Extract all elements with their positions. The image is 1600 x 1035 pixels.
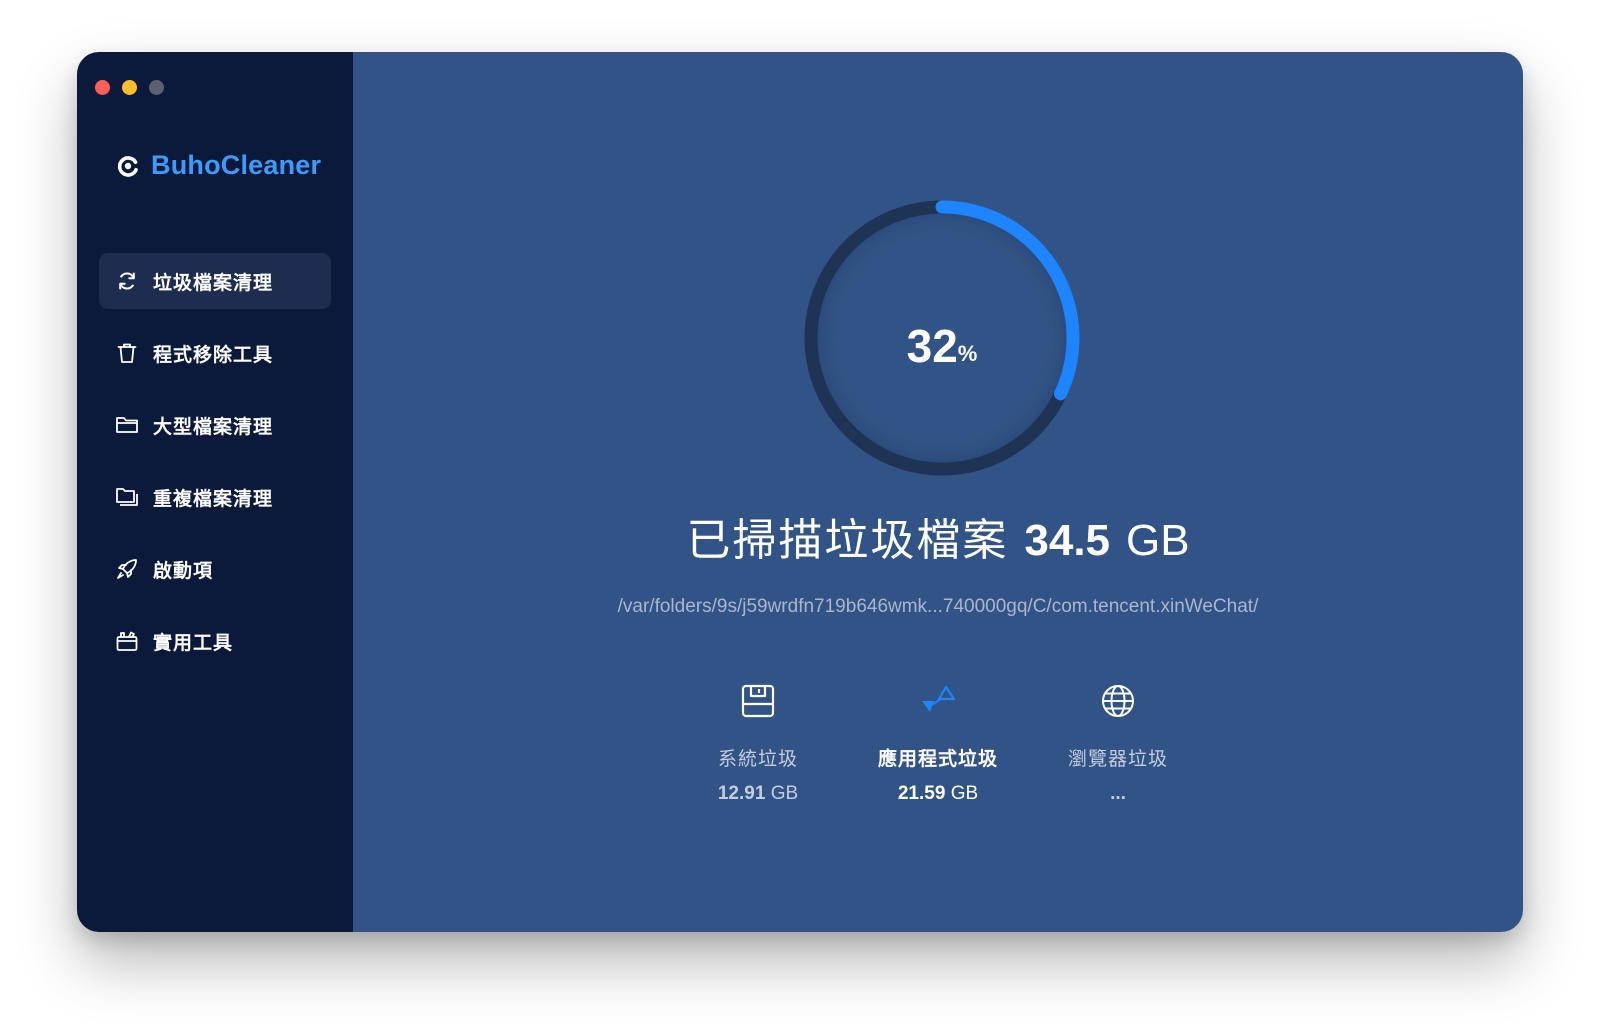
sidebar-item-duplicates[interactable]: 重複檔案清理 bbox=[99, 469, 331, 525]
sidebar-item-toolkit[interactable]: 實用工具 bbox=[99, 613, 331, 669]
toolbox-icon bbox=[116, 631, 138, 651]
sidebar: BuhoCleaner 垃圾檔案清理 程式移除工具 大型檔案清理 重複檔案清理 … bbox=[77, 52, 353, 932]
sidebar-item-label: 啟動項 bbox=[153, 559, 214, 582]
stat-value: 21.59 GB bbox=[897, 783, 979, 804]
disk-icon bbox=[741, 684, 775, 718]
app-window: BuhoCleaner 垃圾檔案清理 程式移除工具 大型檔案清理 重複檔案清理 … bbox=[77, 52, 1523, 932]
stat-label: 應用程式垃圾 bbox=[877, 748, 998, 770]
stat-app-junk: 應用程式垃圾 21.59 GB bbox=[848, 682, 1028, 805]
stat-label: 系統垃圾 bbox=[717, 748, 798, 770]
brand-name: BuhoCleaner bbox=[151, 150, 322, 180]
sidebar-item-junk-cleanup[interactable]: 垃圾檔案清理 bbox=[99, 253, 331, 309]
sidebar-item-label: 程式移除工具 bbox=[153, 343, 274, 366]
sidebar-item-label: 實用工具 bbox=[153, 631, 234, 654]
scan-categories: 系統垃圾 12.91 GB 應用程式垃圾 21.59 GB 瀏覽器垃圾 ... bbox=[353, 682, 1523, 805]
percent-sign: % bbox=[957, 341, 978, 366]
buho-logo-icon bbox=[117, 155, 138, 177]
stat-value: 12.91 GB bbox=[717, 783, 799, 804]
scanned-size-unit: GB bbox=[1126, 516, 1190, 565]
sidebar-item-label: 重複檔案清理 bbox=[153, 487, 274, 510]
sidebar-nav: 垃圾檔案清理 程式移除工具 大型檔案清理 重複檔案清理 啟動項 實用工具 bbox=[99, 253, 331, 685]
stat-browser-junk: 瀏覽器垃圾 ... bbox=[1028, 682, 1208, 805]
maximize-window-button[interactable] bbox=[149, 80, 164, 95]
window-controls bbox=[95, 80, 164, 95]
stat-system-junk: 系統垃圾 12.91 GB bbox=[668, 682, 848, 805]
stat-value: ... bbox=[1110, 783, 1126, 804]
duplicate-folder-icon bbox=[116, 488, 138, 506]
refresh-icon bbox=[119, 272, 135, 290]
rocket-icon bbox=[117, 559, 137, 579]
progress-readout: 32 % bbox=[797, 193, 1087, 483]
main-panel: 32 % 已掃描垃圾檔案 34.5 GB /var/folders/9s/j59… bbox=[353, 52, 1523, 932]
folder-icon bbox=[116, 417, 138, 433]
sidebar-item-label: 大型檔案清理 bbox=[153, 415, 274, 438]
stat-label: 瀏覽器垃圾 bbox=[1067, 748, 1168, 770]
headline-text: 已掃描垃圾檔案 bbox=[686, 515, 1009, 566]
sidebar-item-startup[interactable]: 啟動項 bbox=[99, 541, 331, 597]
current-scan-path: /var/folders/9s/j59wrdfn719b646wmk...740… bbox=[617, 596, 1259, 617]
app-shapes-icon bbox=[922, 685, 956, 712]
scan-headline: 已掃描垃圾檔案 34.5 GB bbox=[353, 504, 1523, 568]
scan-progress-ring: 32 % bbox=[797, 193, 1087, 483]
scanned-size: 34.5 bbox=[1024, 516, 1111, 565]
sidebar-item-label: 垃圾檔案清理 bbox=[153, 271, 274, 294]
brand: BuhoCleaner bbox=[115, 150, 321, 181]
globe-icon bbox=[1102, 685, 1134, 717]
sidebar-item-uninstaller[interactable]: 程式移除工具 bbox=[99, 325, 331, 381]
sidebar-item-large-files[interactable]: 大型檔案清理 bbox=[99, 397, 331, 453]
trash-icon bbox=[117, 343, 137, 363]
progress-percent: 32 bbox=[906, 320, 958, 372]
minimize-window-button[interactable] bbox=[122, 80, 137, 95]
close-window-button[interactable] bbox=[95, 80, 110, 95]
